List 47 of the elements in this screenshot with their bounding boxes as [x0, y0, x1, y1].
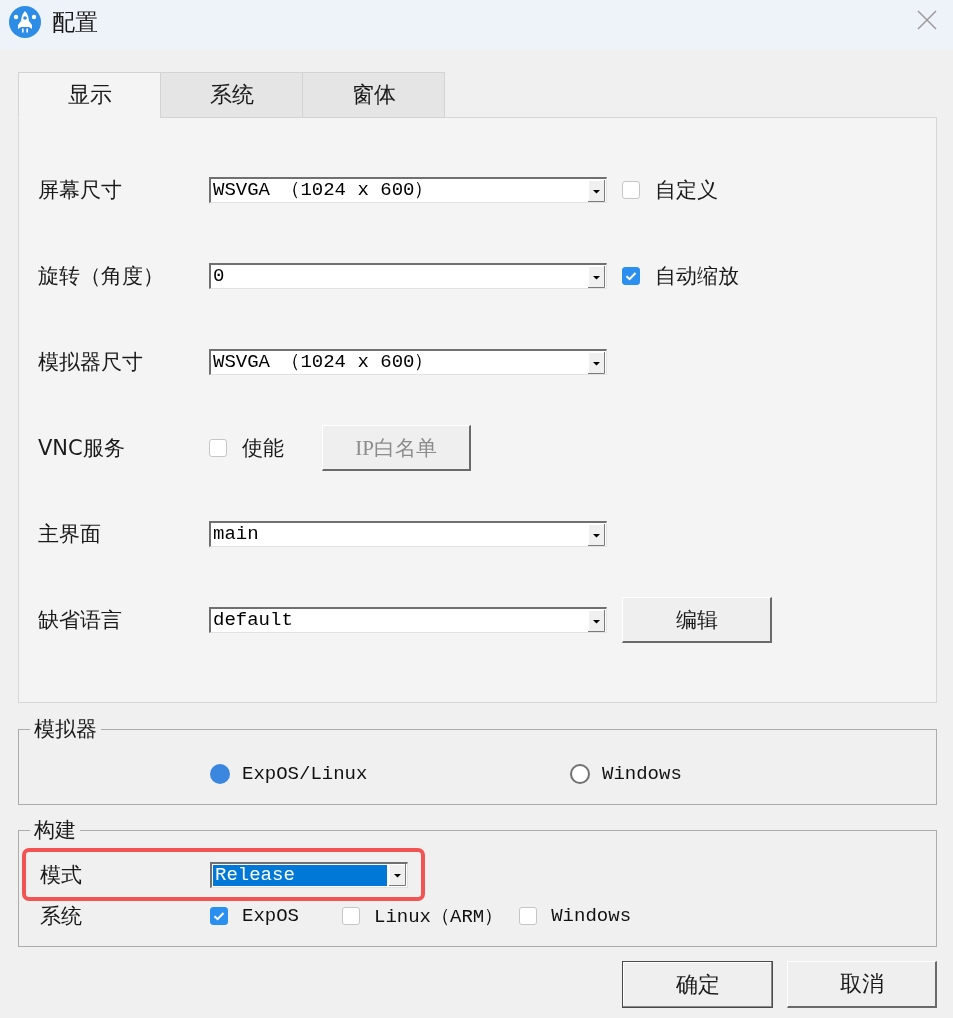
rocket-icon	[9, 6, 41, 38]
dropdown-arrow-icon	[389, 864, 406, 886]
close-icon[interactable]	[917, 10, 937, 30]
field-label: VNC服务	[38, 435, 126, 462]
tab[interactable]: 显示	[18, 72, 161, 118]
tab[interactable]: 窗体	[302, 72, 445, 118]
field-label: 缺省语言	[38, 607, 123, 634]
window-title: 配置	[52, 8, 98, 37]
dropdown-arrow-icon	[588, 179, 605, 202]
dropdown-field[interactable]: 0	[209, 263, 607, 289]
checkbox-label[interactable]: 自定义	[655, 176, 718, 204]
radio-button[interactable]	[570, 764, 590, 784]
dropdown-arrow-icon	[588, 351, 605, 374]
dropdown-arrow-icon	[588, 523, 605, 546]
dialog-button[interactable]: 确定	[622, 961, 773, 1008]
checkbox-label[interactable]: 使能	[242, 434, 284, 462]
dropdown-field[interactable]: main	[209, 521, 607, 547]
radio-label[interactable]: ExpOS/Linux	[242, 763, 368, 785]
dialog-button[interactable]: 编辑	[622, 597, 772, 643]
checkbox[interactable]	[622, 267, 640, 285]
field-label: 主界面	[38, 521, 102, 548]
dropdown-arrow-icon	[588, 265, 605, 288]
tab[interactable]: 系统	[160, 72, 303, 118]
dropdown-field[interactable]: default	[209, 607, 607, 633]
radio-button[interactable]	[210, 764, 230, 784]
checkbox[interactable]	[519, 907, 538, 925]
checkbox[interactable]	[210, 907, 228, 925]
radio-label[interactable]: Windows	[602, 763, 682, 785]
checkbox[interactable]	[209, 439, 227, 457]
group-title: 模拟器	[33, 717, 98, 741]
checkbox-label[interactable]: ExpOS	[242, 905, 299, 927]
dropdown-field[interactable]: WSVGA （1024 x 600）	[209, 177, 607, 203]
dropdown-field[interactable]: WSVGA （1024 x 600）	[209, 349, 607, 375]
field-label: 系统	[40, 903, 83, 930]
field-label: 屏幕尺寸	[38, 177, 123, 204]
checkbox[interactable]	[342, 907, 360, 925]
group-title: 构建	[33, 818, 77, 842]
field-label: 模式	[40, 861, 83, 889]
field-label: 旋转（角度）	[38, 263, 165, 290]
dropdown-arrow-icon	[588, 609, 605, 632]
checkbox[interactable]	[622, 181, 640, 199]
checkbox-label[interactable]: 自动缩放	[655, 262, 739, 290]
dropdown-field[interactable]: Release	[210, 861, 408, 888]
field-label: 模拟器尺寸	[38, 349, 144, 376]
dialog-button[interactable]: 取消	[787, 961, 937, 1008]
checkbox-label[interactable]: Linux（ARM）	[374, 903, 504, 929]
checkbox-label[interactable]: Windows	[551, 905, 632, 927]
